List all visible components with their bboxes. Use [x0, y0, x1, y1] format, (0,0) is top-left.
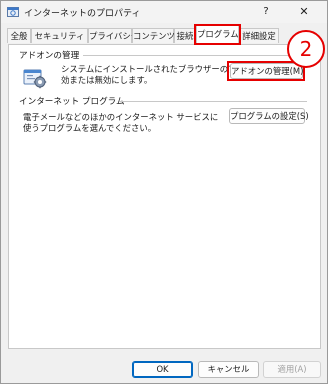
cancel-button[interactable]: キャンセル — [198, 361, 259, 378]
tab-general[interactable]: 全般 — [7, 28, 31, 43]
internet-programs-description-line2: 使うプログラムを選んでください。 — [23, 123, 157, 133]
tab-strip: 全般 セキュリティ プライバシー コンテンツ 接続 プログラム 詳細設定 — [7, 24, 323, 44]
addons-description-line2: 効または無効にします。 — [61, 75, 153, 85]
internet-options-icon — [7, 7, 19, 17]
manage-addons-button[interactable]: アドオンの管理(M) — [230, 63, 303, 79]
tab-advanced[interactable]: 詳細設定 — [239, 28, 279, 43]
title-bar: インターネットのプロパティ ? ✕ — [1, 1, 327, 23]
tab-privacy[interactable]: プライバシー — [88, 28, 139, 43]
apply-button[interactable]: 適用(A) — [263, 361, 321, 378]
ok-button[interactable]: OK — [132, 361, 193, 378]
internet-properties-window: インターネットのプロパティ ? ✕ 全般 セキュリティ プライバシー コンテンツ… — [0, 0, 328, 384]
help-button[interactable]: ? — [253, 3, 279, 21]
close-button[interactable]: ✕ — [291, 3, 317, 21]
tab-connections[interactable]: 接続 — [174, 28, 196, 43]
addons-group-title: アドオンの管理 — [19, 51, 80, 61]
window-title: インターネットのプロパティ — [24, 9, 141, 19]
programs-panel — [8, 44, 321, 349]
tab-programs[interactable]: プログラム — [196, 25, 239, 44]
internet-programs-description-line1: 電子メールなどのほかのインターネット サービスに — [23, 112, 219, 122]
addon-gear-icon — [23, 69, 47, 89]
set-programs-button[interactable]: プログラムの設定(S) — [229, 108, 309, 124]
step-callout: 2 — [287, 30, 325, 68]
internet-programs-group-title: インターネット プログラム — [19, 97, 125, 107]
addons-group-divider — [83, 55, 307, 56]
tab-content[interactable]: コンテンツ — [132, 28, 175, 43]
tab-security[interactable]: セキュリティ — [31, 28, 88, 43]
internet-programs-group-divider — [119, 101, 307, 102]
